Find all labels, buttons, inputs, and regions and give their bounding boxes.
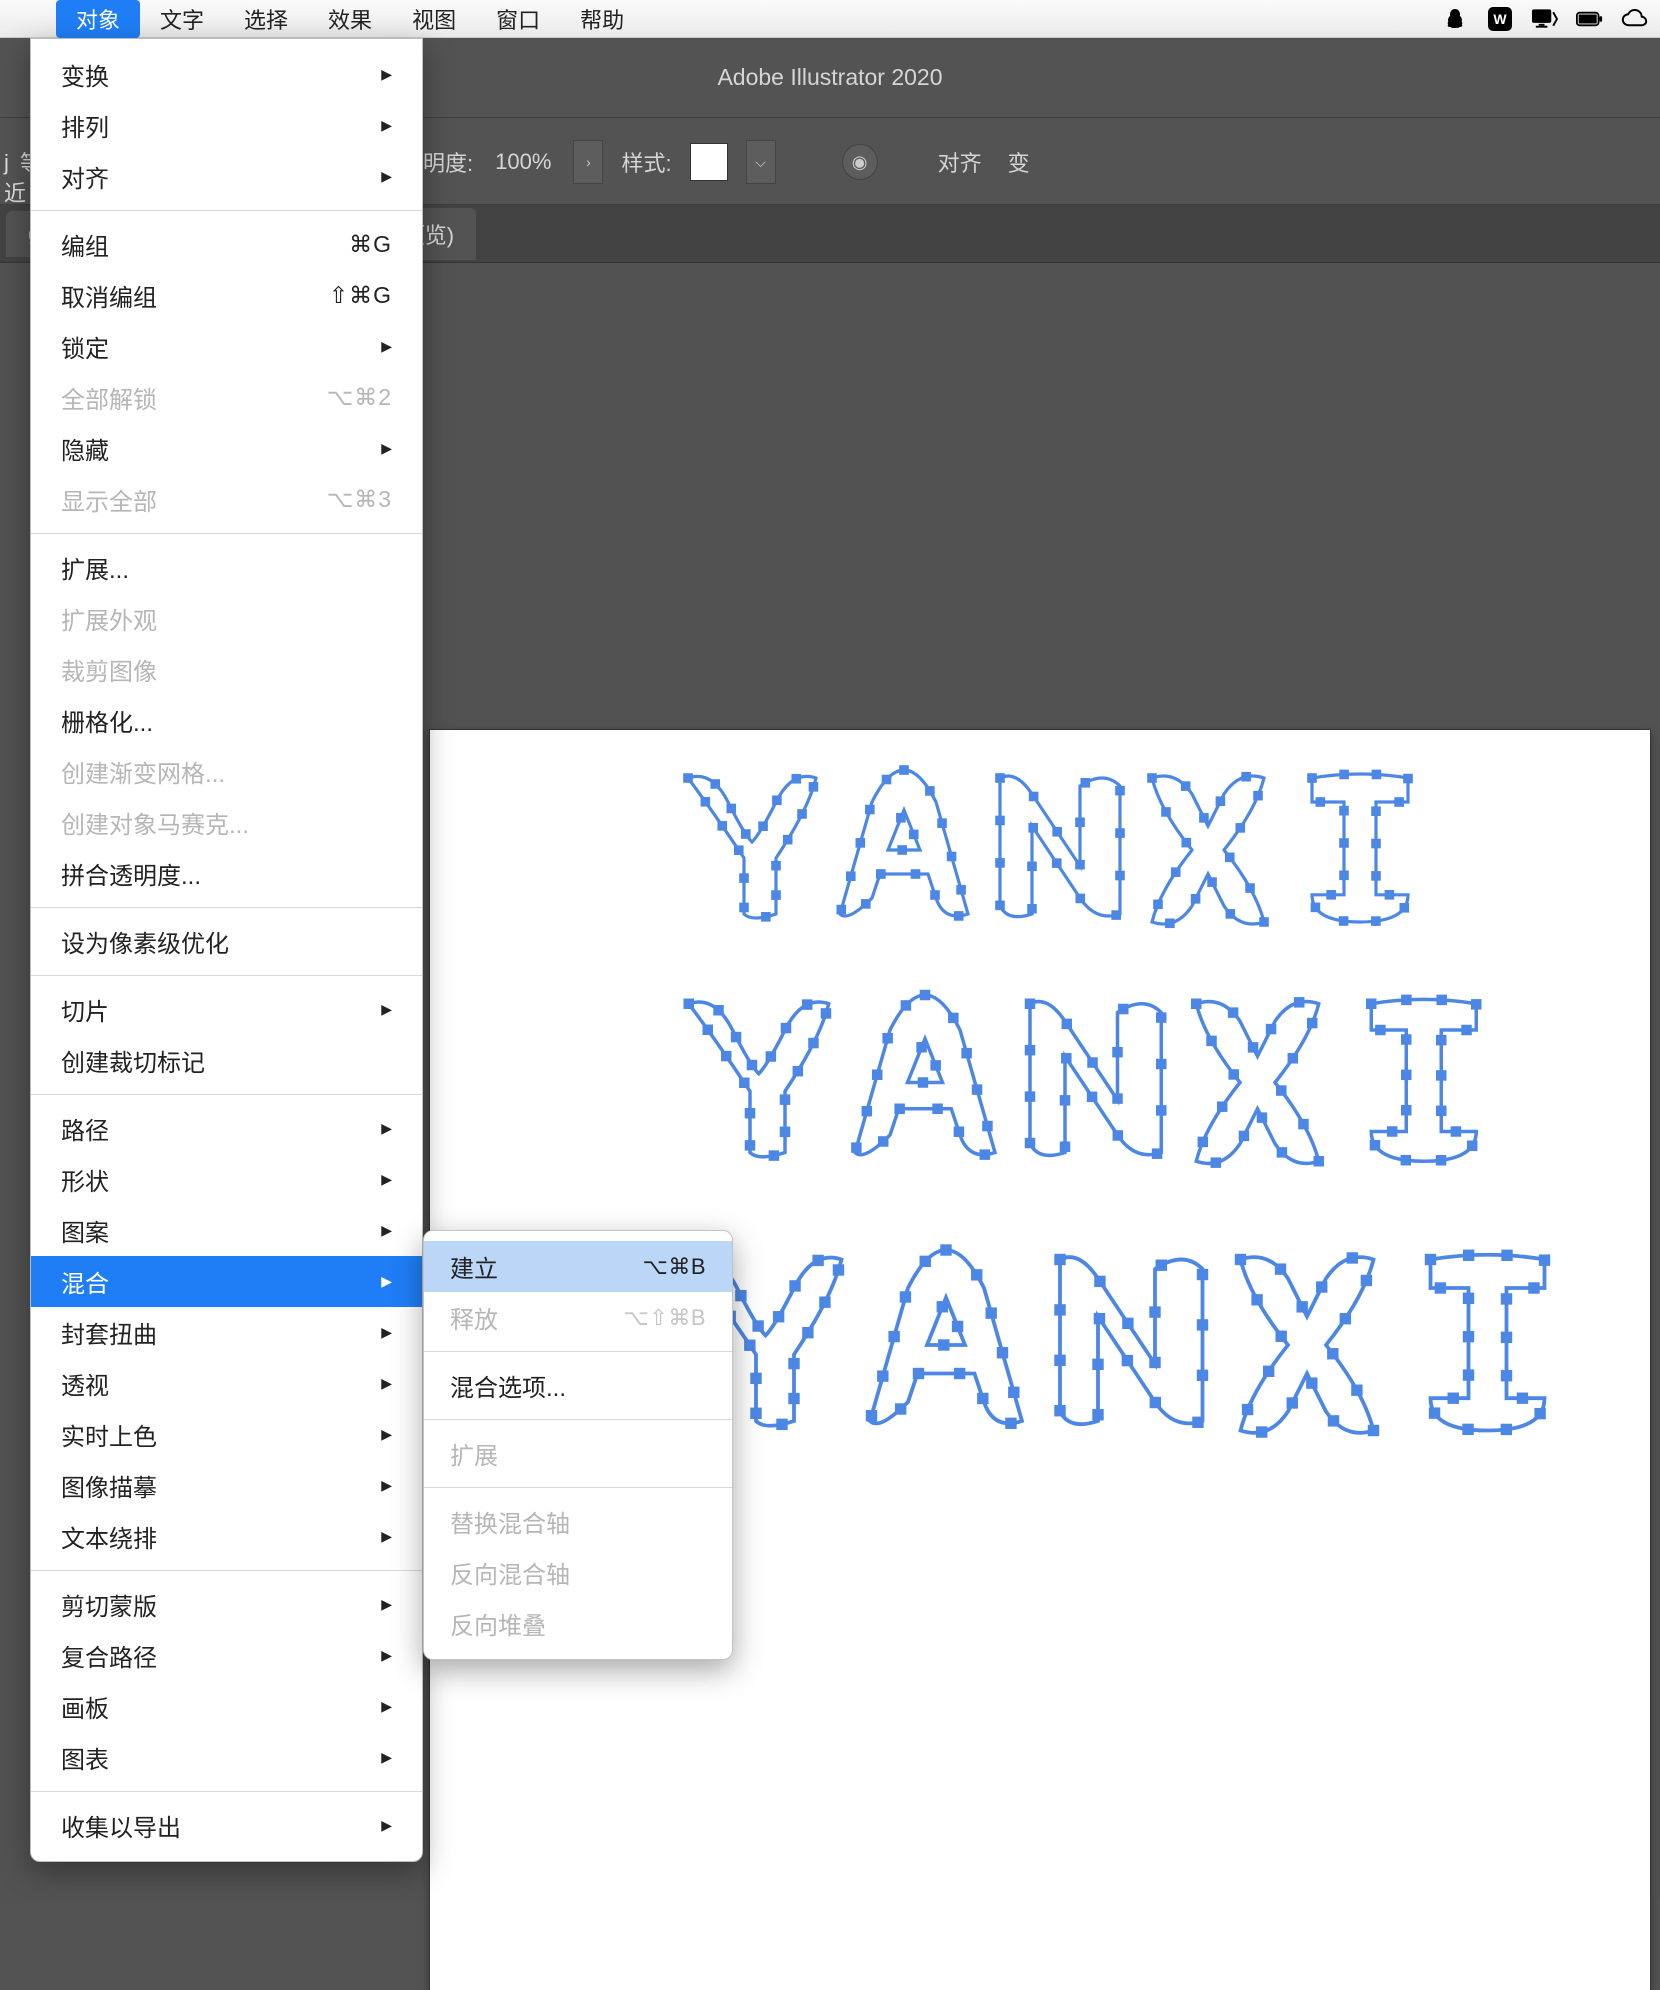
- menu-item[interactable]: 扩展...: [31, 542, 422, 593]
- battery-icon[interactable]: [1576, 5, 1603, 32]
- menu-help[interactable]: 帮助: [560, 0, 644, 38]
- submenu-item[interactable]: 混合选项...: [424, 1360, 732, 1411]
- menu-item[interactable]: 栅格化...: [31, 695, 422, 746]
- submenu-item: 反向混合轴: [424, 1547, 732, 1598]
- menu-item[interactable]: 复合路径▶: [31, 1630, 422, 1681]
- submenu-item: 扩展: [424, 1428, 732, 1479]
- creative-cloud-icon[interactable]: [1621, 5, 1648, 32]
- wps-icon[interactable]: W: [1486, 5, 1513, 32]
- menu-item[interactable]: 对齐▶: [31, 151, 422, 202]
- style-label: 样式:: [621, 146, 671, 178]
- menu-item[interactable]: 剪切蒙版▶: [31, 1579, 422, 1630]
- app-title: Adobe Illustrator 2020: [717, 64, 942, 91]
- menu-item: 裁剪图像: [31, 644, 422, 695]
- system-tray: W: [1441, 5, 1648, 32]
- menu-item[interactable]: 拼合透明度...: [31, 848, 422, 899]
- menu-item[interactable]: 混合▶: [31, 1256, 422, 1307]
- menu-item: 创建渐变网格...: [31, 746, 422, 797]
- opacity-stepper[interactable]: ›: [573, 140, 603, 184]
- menu-item[interactable]: 排列▶: [31, 100, 422, 151]
- menu-item[interactable]: 封套扭曲▶: [31, 1307, 422, 1358]
- menu-item[interactable]: 路径▶: [31, 1103, 422, 1154]
- display-icon[interactable]: [1531, 5, 1558, 32]
- menu-item: 全部解锁⌥⌘2: [31, 372, 422, 423]
- menu-item: 创建对象马赛克...: [31, 797, 422, 848]
- more-label[interactable]: 变: [1004, 140, 1034, 184]
- menu-item[interactable]: 收集以导出▶: [31, 1800, 422, 1851]
- menu-item[interactable]: 形状▶: [31, 1154, 422, 1205]
- menu-item[interactable]: 变换▶: [31, 49, 422, 100]
- submenu-item: 替换混合轴: [424, 1496, 732, 1547]
- submenu-item: 反向堆叠: [424, 1598, 732, 1649]
- left-edge-text: j近: [4, 150, 30, 208]
- menu-item[interactable]: 取消编组⇧⌘G: [31, 270, 422, 321]
- menu-item[interactable]: 设为像素级优化: [31, 916, 422, 967]
- menu-item[interactable]: 编组⌘G: [31, 219, 422, 270]
- menu-item[interactable]: 文本绕排▶: [31, 1511, 422, 1562]
- menu-window[interactable]: 窗口: [476, 0, 560, 38]
- style-dropdown[interactable]: ⌵: [746, 140, 776, 184]
- align-label[interactable]: 对齐: [934, 140, 986, 184]
- menu-item[interactable]: 图像描摹▶: [31, 1460, 422, 1511]
- menu-item: 显示全部⌥⌘3: [31, 474, 422, 525]
- menu-item[interactable]: 图案▶: [31, 1205, 422, 1256]
- menu-select[interactable]: 选择: [224, 0, 308, 38]
- menu-item[interactable]: 切片▶: [31, 984, 422, 1035]
- object-menu-dropdown: 变换▶排列▶对齐▶ 编组⌘G取消编组⇧⌘G锁定▶全部解锁⌥⌘2隐藏▶显示全部⌥⌘3…: [30, 38, 423, 1862]
- menu-view[interactable]: 视图: [392, 0, 476, 38]
- qq-icon[interactable]: [1441, 5, 1468, 32]
- opacity-value[interactable]: 100%: [491, 143, 555, 181]
- left-dock-edge: j近: [0, 150, 30, 208]
- menu-item[interactable]: 画板▶: [31, 1681, 422, 1732]
- submenu-item: 释放⌥⇧⌘B: [424, 1292, 732, 1343]
- recolor-artwork-icon[interactable]: ◉: [842, 144, 878, 180]
- menu-item[interactable]: 图表▶: [31, 1732, 422, 1783]
- menu-item[interactable]: 隐藏▶: [31, 423, 422, 474]
- menu-object[interactable]: 对象: [56, 0, 140, 38]
- menu-item[interactable]: 创建裁切标记: [31, 1035, 422, 1086]
- svg-text:W: W: [1493, 11, 1507, 27]
- submenu-item[interactable]: 建立⌥⌘B: [424, 1241, 732, 1292]
- menu-item[interactable]: 实时上色▶: [31, 1409, 422, 1460]
- menu-effect[interactable]: 效果: [308, 0, 392, 38]
- menu-item: 扩展外观: [31, 593, 422, 644]
- menu-item[interactable]: 透视▶: [31, 1358, 422, 1409]
- blend-submenu: 建立⌥⌘B释放⌥⇧⌘B 混合选项... 扩展替换混合轴反向混合轴反向堆叠: [423, 1230, 733, 1660]
- system-menubar: 对象 文字 选择 效果 视图 窗口 帮助 W: [0, 0, 1660, 38]
- menu-text[interactable]: 文字: [140, 0, 224, 38]
- menu-item[interactable]: 锁定▶: [31, 321, 422, 372]
- style-swatch[interactable]: [690, 143, 728, 181]
